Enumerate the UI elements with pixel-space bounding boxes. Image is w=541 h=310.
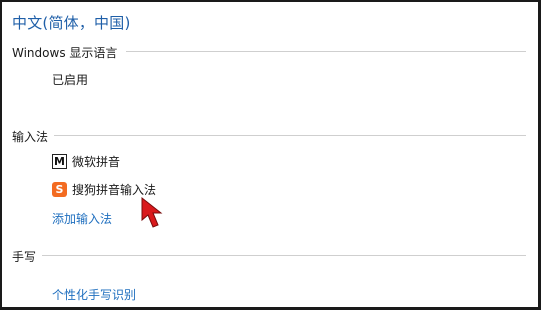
- settings-window: 中文(简体，中国) Windows 显示语言 已启用 输入法 M 微软拼音 S …: [0, 0, 541, 310]
- section-divider: [42, 255, 526, 256]
- display-language-status: 已启用: [52, 73, 89, 87]
- section-divider: [54, 135, 526, 136]
- ime-label: 搜狗拼音输入法: [72, 182, 157, 197]
- sogou-pinyin-icon: S: [52, 181, 67, 197]
- display-language-heading: Windows 显示语言: [12, 46, 118, 60]
- page-title: 中文(简体，中国): [12, 14, 131, 32]
- add-input-method-link[interactable]: 添加输入法: [52, 210, 112, 227]
- input-methods-heading: 输入法: [12, 130, 49, 144]
- handwriting-heading: 手写: [12, 250, 37, 264]
- ime-label: 微软拼音: [72, 154, 121, 169]
- section-divider: [126, 51, 526, 52]
- microsoft-pinyin-icon: M: [52, 153, 67, 169]
- ime-item-microsoft-pinyin[interactable]: M 微软拼音: [52, 152, 120, 170]
- mouse-pointer-icon: [141, 196, 163, 228]
- personalize-handwriting-link[interactable]: 个性化手写识别: [52, 286, 136, 303]
